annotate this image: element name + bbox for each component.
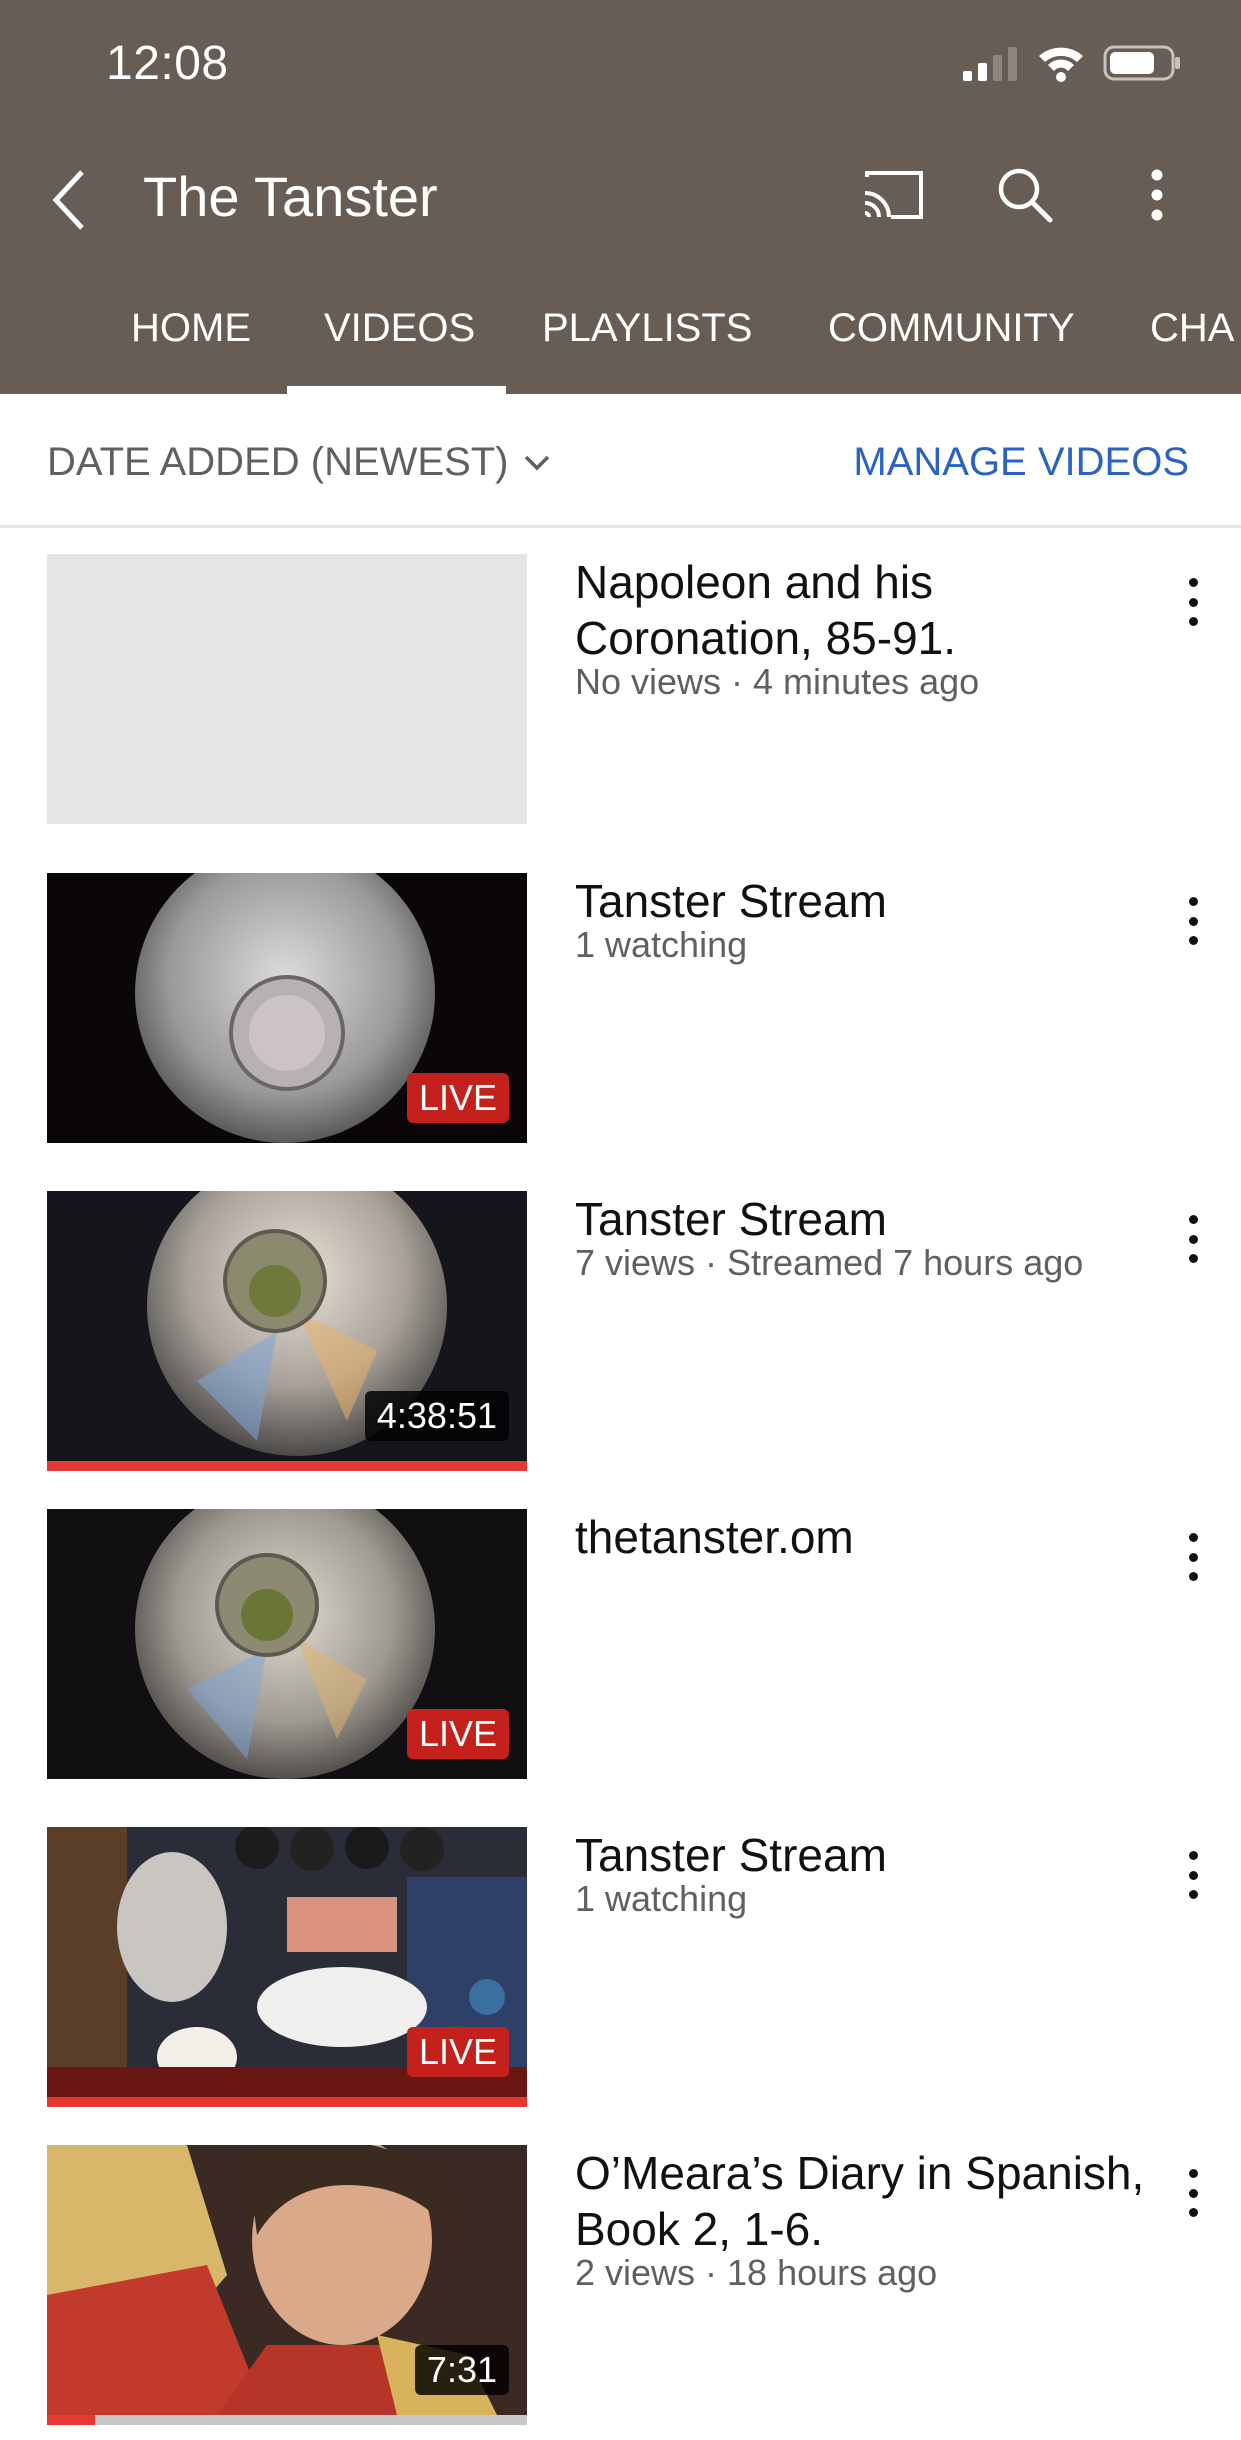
duration-badge: 4:38:51 <box>364 1391 509 1441</box>
status-time: 12:08 <box>106 37 229 90</box>
manage-videos-button[interactable]: MANAGE VIDEOS <box>853 440 1189 485</box>
video-thumbnail-placeholder[interactable] <box>47 554 527 824</box>
sort-dropdown[interactable]: DATE ADDED (NEWEST) <box>47 440 551 485</box>
video-row[interactable]: 4:38:51 Tanster Stream 7 views · Streame… <box>0 1191 1241 1481</box>
tab-playlists[interactable]: PLAYLISTS <box>542 290 752 394</box>
video-row[interactable]: LIVE Tanster Stream 1 watching <box>0 1827 1241 2117</box>
battery-icon <box>1103 45 1180 81</box>
video-more-icon[interactable] <box>1173 1527 1213 1587</box>
sort-label: DATE ADDED (NEWEST) <box>47 440 509 484</box>
video-title[interactable]: Tanster Stream <box>575 1191 1145 1247</box>
channel-title: The Tanster <box>143 165 438 228</box>
video-row[interactable]: LIVE thetanster.om <box>0 1509 1241 1799</box>
app-bar: 12:08 The Tanster HOME VIDEOS PLAYLISTS … <box>0 0 1241 394</box>
filter-bar: DATE ADDED (NEWEST) MANAGE VIDEOS <box>0 394 1241 528</box>
video-thumbnail[interactable]: LIVE <box>47 873 527 1143</box>
watch-progress-bar <box>47 1461 527 1471</box>
cellular-signal-icon <box>963 47 1017 81</box>
video-title[interactable]: thetanster.om <box>575 1509 1145 1565</box>
tab-channels[interactable]: CHA <box>1150 290 1234 394</box>
video-thumbnail[interactable]: LIVE <box>47 1827 527 2097</box>
video-title[interactable]: Tanster Stream <box>575 1827 1145 1883</box>
more-vert-icon[interactable] <box>1122 160 1192 230</box>
video-more-icon[interactable] <box>1173 891 1213 951</box>
live-badge: LIVE <box>406 1073 509 1123</box>
video-more-icon[interactable] <box>1173 1209 1213 1269</box>
video-more-icon[interactable] <box>1173 2163 1213 2223</box>
status-icons <box>963 44 1181 82</box>
video-meta: 2 views · 18 hours ago <box>575 2252 938 2293</box>
video-more-icon[interactable] <box>1173 1845 1213 1905</box>
video-meta: 1 watching <box>575 924 748 965</box>
video-thumbnail[interactable]: LIVE <box>47 1509 527 1779</box>
video-meta: 1 watching <box>575 1878 748 1919</box>
wifi-icon <box>1039 47 1083 82</box>
video-row[interactable]: LIVE Tanster Stream 1 watching <box>0 873 1241 1163</box>
chevron-down-icon <box>524 455 549 470</box>
channel-tabs: HOME VIDEOS PLAYLISTS COMMUNITY CHA <box>0 290 1241 394</box>
cast-icon[interactable] <box>858 160 928 230</box>
live-badge: LIVE <box>406 2027 509 2077</box>
video-meta: No views · 4 minutes ago <box>575 661 980 702</box>
video-row[interactable]: 7:31 O’Meara’s Diary in Spanish, Book 2,… <box>0 2145 1241 2435</box>
selected-tab-indicator <box>287 386 506 394</box>
video-more-icon[interactable] <box>1173 572 1213 632</box>
tab-videos[interactable]: VIDEOS <box>324 290 475 394</box>
video-title[interactable]: O’Meara’s Diary in Spanish, Book 2, 1-6. <box>575 2145 1145 2257</box>
search-icon[interactable] <box>990 160 1060 230</box>
video-meta: 7 views · Streamed 7 hours ago <box>575 1242 1084 1283</box>
video-title[interactable]: Napoleon and his Coronation, 85-91. <box>575 554 1145 666</box>
video-thumbnail[interactable]: 4:38:51 <box>47 1191 527 1461</box>
video-thumbnail[interactable]: 7:31 <box>47 2145 527 2415</box>
back-arrow-icon[interactable] <box>46 168 96 232</box>
duration-badge: 7:31 <box>414 2345 509 2395</box>
watch-progress-bar <box>47 2097 527 2107</box>
video-row[interactable]: Napoleon and his Coronation, 85-91. No v… <box>0 554 1241 844</box>
live-badge: LIVE <box>406 1709 509 1759</box>
watch-progress-bar <box>47 2415 527 2425</box>
tab-community[interactable]: COMMUNITY <box>828 290 1075 394</box>
video-title[interactable]: Tanster Stream <box>575 873 1145 929</box>
tab-home[interactable]: HOME <box>131 290 251 394</box>
